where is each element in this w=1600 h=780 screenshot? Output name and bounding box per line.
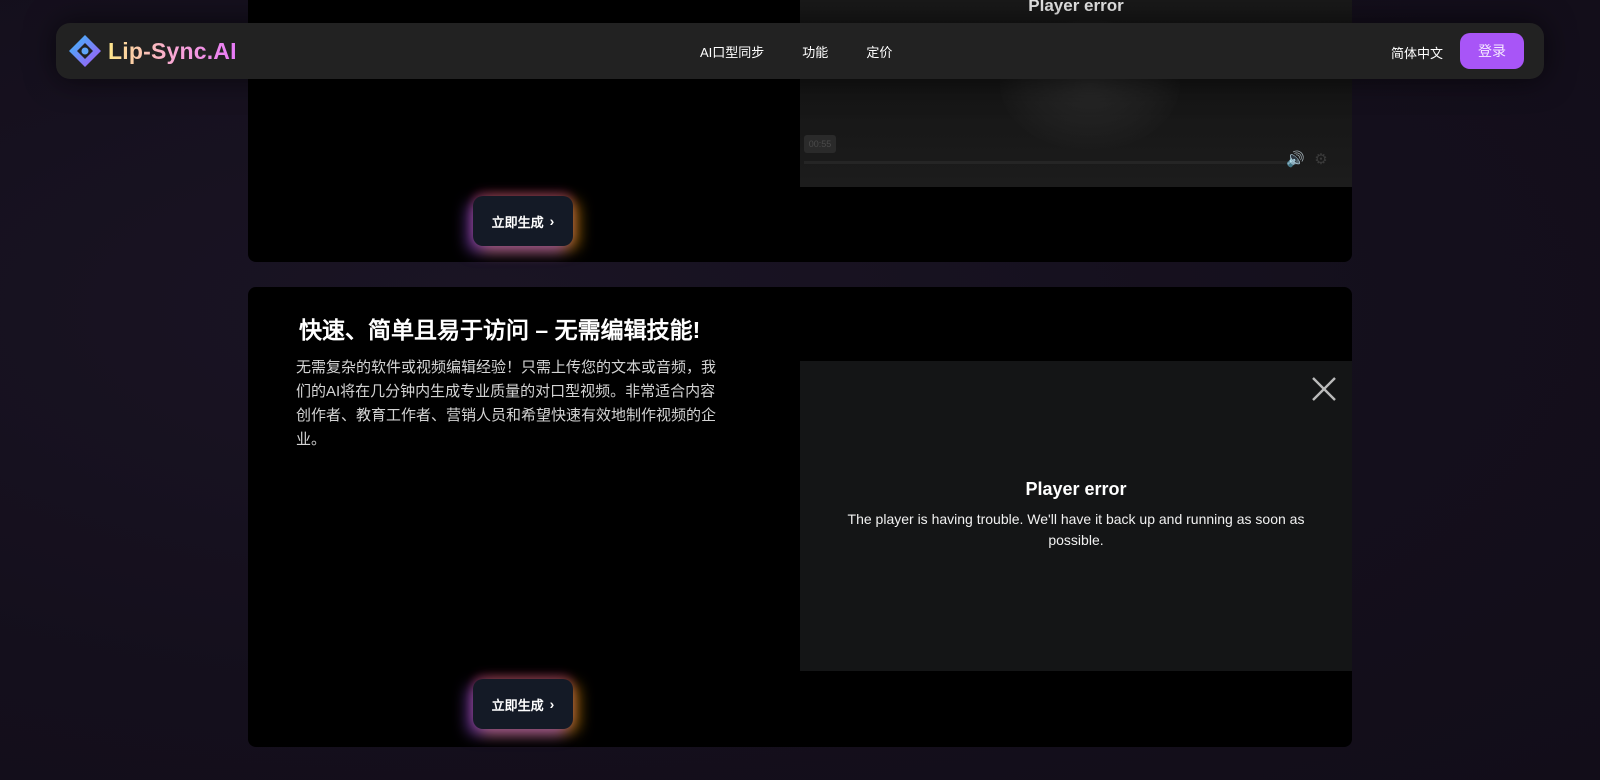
chevron-right-icon: › [549,213,555,229]
nav-item-pricing[interactable]: 定价 [866,42,892,61]
player-error-title: Player error [1025,479,1127,499]
login-button[interactable]: 登录 [1460,33,1524,69]
nav-item-lip-sync[interactable]: AI口型同步 [700,42,764,61]
feature-card-2: 快速、简单且易于访问 – 无需编辑技能! 无需复杂的软件或视频编辑经验！只需上传… [248,287,1352,747]
player-error-title: Player error [1028,0,1124,15]
brand-logo[interactable]: Lip-Sync.AI [68,34,237,68]
generate-now-button[interactable]: 立即生成 › [473,679,573,729]
chevron-right-icon: › [549,696,555,712]
generate-now-label: 立即生成 [491,697,544,713]
section-heading: 快速、简单且易于访问 – 无需编辑技能! [299,317,701,343]
close-icon[interactable] [1310,375,1338,403]
logo-icon [69,35,101,67]
page: Player error 00:55 🔊 ⚙ 立即生成 › 快速、简单且易于访问… [0,0,1600,780]
generate-now-button[interactable]: 立即生成 › [473,196,573,246]
section-description: 无需复杂的软件或视频编辑经验！只需上传您的文本或音频，我们的AI将在几分钟内生成… [296,359,717,448]
generate-now-label: 立即生成 [491,214,544,230]
top-navbar: Lip-Sync.AI AI口型同步 功能 定价 简体中文 登录 [56,23,1544,79]
progress-bar[interactable] [804,161,1292,164]
player-timestamp: 00:55 [804,135,836,153]
player-error-message: The player is having trouble. We'll have… [847,511,1305,548]
volume-icon[interactable]: 🔊 [1286,150,1305,168]
language-selector[interactable]: 简体中文 [1391,43,1443,62]
brand-name: Lip-Sync.AI [108,37,237,64]
main-nav: AI口型同步 功能 定价 [700,23,930,79]
video-player[interactable]: Player error The player is having troubl… [800,361,1352,671]
nav-item-features[interactable]: 功能 [802,42,828,61]
settings-gear-icon[interactable]: ⚙ [1312,150,1330,168]
